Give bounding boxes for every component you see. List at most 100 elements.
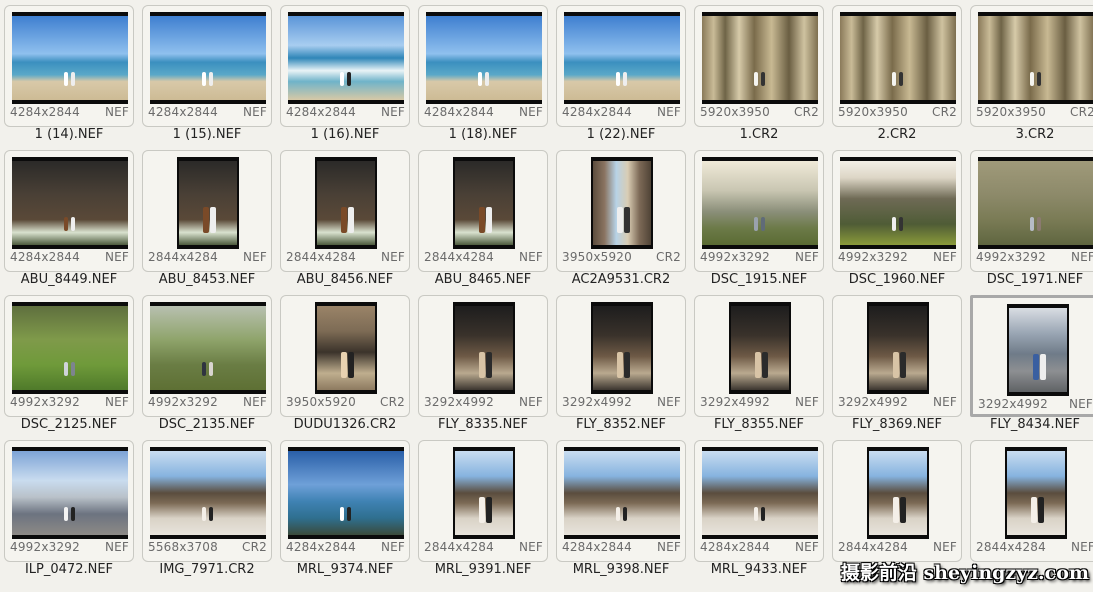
file-meta: 5920x3950 CR2 [838, 105, 957, 121]
file-name[interactable]: DSC_1971.NEF [966, 272, 1093, 287]
file-name[interactable]: FLY_8369.NEF [828, 417, 966, 432]
file-extension: CR2 [794, 105, 819, 119]
person-figure [347, 507, 351, 521]
image-dimensions: 2844x4284 [838, 540, 908, 554]
file-meta: 4992x3292 NEF [976, 250, 1093, 266]
file-extension: CR2 [1070, 105, 1093, 119]
file-name[interactable]: MRL_9398.NEF [552, 562, 690, 577]
file-meta: 4284x2844 NEF [286, 105, 405, 121]
file-name[interactable]: 1 (16).NEF [276, 127, 414, 142]
file-name[interactable]: ABU_8449.NEF [0, 272, 138, 287]
person-figure [479, 207, 485, 233]
file-name[interactable]: ILP_0472.NEF [0, 562, 138, 577]
file-name[interactable]: FLY_8355.NEF [690, 417, 828, 432]
file-meta: 4992x3292 NEF [148, 395, 267, 411]
file-meta: 2844x4284 NEF [976, 540, 1093, 556]
file-name[interactable]: ABU_8453.NEF [138, 272, 276, 287]
image-dimensions: 4284x2844 [286, 540, 356, 554]
file-thumbnail[interactable]: 5920x3950 CR2 [970, 5, 1093, 127]
file-thumbnail[interactable]: 4284x2844 NEF [556, 5, 686, 127]
file-thumbnail[interactable]: 2844x4284 NEF [418, 440, 548, 562]
file-thumbnail[interactable]: 4992x3292 NEF [694, 150, 824, 272]
file-name[interactable]: DSC_1960.NEF [828, 272, 966, 287]
thumbnail-image [150, 12, 266, 104]
file-extension: NEF [104, 105, 129, 119]
file-thumbnail[interactable]: 3292x4992 NEF [556, 295, 686, 417]
file-thumbnail[interactable]: 3292x4992 NEF [418, 295, 548, 417]
file-thumbnail[interactable]: 4284x2844 NEF [4, 150, 134, 272]
file-name[interactable]: 1 (18).NEF [414, 127, 552, 142]
file-thumbnail[interactable]: 4284x2844 NEF [556, 440, 686, 562]
file-name[interactable]: DUDU1326.CR2 [276, 417, 414, 432]
file-name[interactable]: 1 (15).NEF [138, 127, 276, 142]
thumbnail-image [12, 302, 128, 394]
image-dimensions: 3950x5920 [286, 395, 356, 409]
file-name[interactable]: MRL_9391.NEF [414, 562, 552, 577]
file-thumbnail[interactable]: 3292x4992 NEF [694, 295, 824, 417]
photo-preview [150, 16, 266, 100]
file-thumbnail[interactable]: 3950x5920 CR2 [280, 295, 410, 417]
file-name[interactable]: FLY_8352.NEF [552, 417, 690, 432]
file-name[interactable]: 3.CR2 [966, 127, 1093, 142]
file-name[interactable]: DSC_1915.NEF [690, 272, 828, 287]
file-thumbnail[interactable]: 2844x4284 NEF [280, 150, 410, 272]
file-name[interactable]: 2.CR2 [828, 127, 966, 142]
file-name[interactable]: FLY_8434.NEF [966, 417, 1093, 432]
file-thumbnail[interactable]: 5920x3950 CR2 [694, 5, 824, 127]
person-figure [1040, 354, 1046, 380]
person-figure [623, 507, 627, 521]
file-name[interactable]: FLY_8335.NEF [414, 417, 552, 432]
file-thumbnail[interactable]: 4284x2844 NEF [142, 5, 272, 127]
file-name[interactable]: MRL_9374.NEF [276, 562, 414, 577]
file-thumbnail[interactable]: 2844x4284 NEF [142, 150, 272, 272]
photo-preview [840, 16, 956, 100]
file-meta: 2844x4284 NEF [424, 250, 543, 266]
file-meta: 4992x3292 NEF [10, 540, 129, 556]
file-thumbnail[interactable]: 2844x4284 NEF [832, 440, 962, 562]
file-name[interactable]: 1.CR2 [690, 127, 828, 142]
file-name[interactable]: ABU_8456.NEF [276, 272, 414, 287]
file-thumbnail[interactable]: 4992x3292 NEF [4, 295, 134, 417]
photo-preview [12, 16, 128, 100]
file-name[interactable]: AC2A9531.CR2 [552, 272, 690, 287]
photo-preview [564, 451, 680, 535]
file-thumbnail[interactable]: 4284x2844 NEF [4, 5, 134, 127]
file-thumbnail[interactable]: 4284x2844 NEF [418, 5, 548, 127]
file-thumbnail[interactable]: 5568x3708 CR2 [142, 440, 272, 562]
file-name[interactable]: MRL_9433.NEF [690, 562, 828, 577]
file-thumbnail[interactable]: 3950x5920 CR2 [556, 150, 686, 272]
person-figure [71, 362, 75, 376]
file-meta: 4992x3292 NEF [838, 250, 957, 266]
person-figure [623, 72, 627, 86]
file-name[interactable]: 1 (14).NEF [0, 127, 138, 142]
image-dimensions: 4284x2844 [700, 540, 770, 554]
person-figure [893, 352, 899, 378]
file-thumbnail[interactable]: 4992x3292 NEF [142, 295, 272, 417]
file-thumbnail[interactable]: 4284x2844 NEF [280, 5, 410, 127]
file-thumbnail[interactable]: 4284x2844 NEF [694, 440, 824, 562]
image-dimensions: 4992x3292 [838, 250, 908, 264]
file-name[interactable]: DSC_2125.NEF [0, 417, 138, 432]
file-name[interactable]: DSC_2135.NEF [138, 417, 276, 432]
person-figure [209, 72, 213, 86]
person-figure [1037, 217, 1041, 231]
file-extension: NEF [794, 395, 819, 409]
file-thumbnail[interactable]: 4284x2844 NEF [280, 440, 410, 562]
file-thumbnail[interactable]: 3292x4992 NEF [832, 295, 962, 417]
file-thumbnail[interactable]: 5920x3950 CR2 [832, 5, 962, 127]
file-thumbnail[interactable]: 4992x3292 NEF [4, 440, 134, 562]
file-thumbnail[interactable]: 4992x3292 NEF [832, 150, 962, 272]
file-name[interactable]: IMG_7971.CR2 [138, 562, 276, 577]
file-thumbnail[interactable]: 2844x4284 NEF [970, 440, 1093, 562]
file-thumbnail[interactable]: 4992x3292 NEF [970, 150, 1093, 272]
file-meta: 4284x2844 NEF [10, 250, 129, 266]
person-figure [210, 207, 216, 233]
file-meta: 2844x4284 NEF [148, 250, 267, 266]
file-thumbnail[interactable]: 3292x4992 NEF [970, 295, 1093, 417]
thumbnail-image [729, 302, 791, 394]
file-name[interactable]: ABU_8465.NEF [414, 272, 552, 287]
file-name[interactable]: 1 (22).NEF [552, 127, 690, 142]
person-figure [202, 72, 206, 86]
file-thumbnail[interactable]: 2844x4284 NEF [418, 150, 548, 272]
thumbnail-image [702, 157, 818, 249]
